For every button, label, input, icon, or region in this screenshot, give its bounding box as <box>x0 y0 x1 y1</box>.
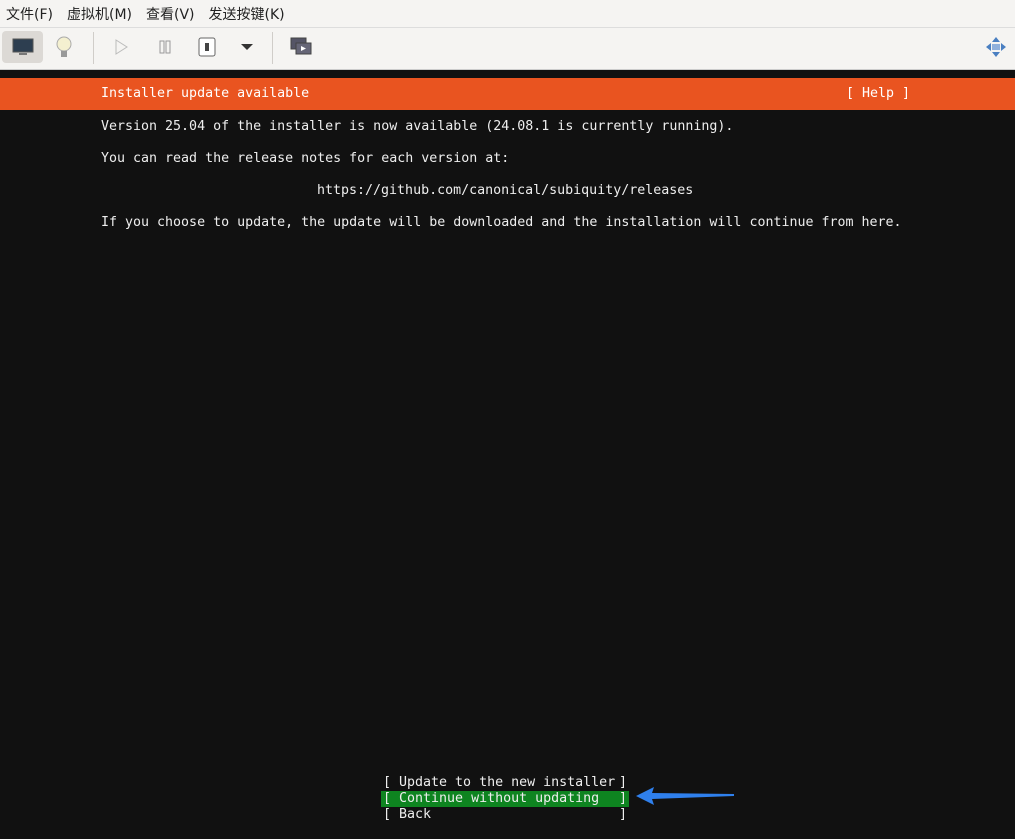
pause-icon[interactable] <box>145 32 185 62</box>
power-icon[interactable] <box>187 32 227 62</box>
back-button[interactable]: [ Back] <box>381 807 629 823</box>
play-icon[interactable] <box>101 32 141 62</box>
screens-icon[interactable] <box>281 32 321 62</box>
update-installer-button[interactable]: [ Update to the new installer] <box>381 775 629 791</box>
release-url: https://github.com/canonical/subiquity/r… <box>317 183 694 198</box>
arrow-annotation-icon <box>636 787 734 805</box>
button-label: Update to the new installer <box>399 775 616 790</box>
fullscreen-move-icon[interactable] <box>976 32 1015 62</box>
continue-without-updating-button[interactable]: [ Continue without updating] <box>381 791 629 807</box>
help-button[interactable]: [ Help ] <box>846 86 910 102</box>
release-notes-text: You can read the release notes for each … <box>101 151 510 166</box>
dropdown-icon[interactable] <box>227 32 267 62</box>
lightbulb-icon[interactable] <box>44 32 84 62</box>
monitor-icon[interactable] <box>2 31 43 63</box>
vm-console[interactable]: Installer update available [ Help ] Vers… <box>0 70 1015 839</box>
menu-send-keys[interactable]: 发送按键(K) <box>203 4 293 24</box>
header-title: Installer update available <box>101 86 310 101</box>
version-text: Version 25.04 of the installer is now av… <box>101 119 734 134</box>
menu-view[interactable]: 查看(V) <box>140 4 203 24</box>
toolbar-separator <box>272 32 273 64</box>
button-label: Continue without updating <box>399 791 600 806</box>
toolbar <box>0 28 1015 70</box>
menu-file[interactable]: 文件(F) <box>0 4 61 24</box>
button-label: Back <box>399 807 432 822</box>
menu-bar: 文件(F) 虚拟机(M) 查看(V) 发送按键(K) <box>0 0 1015 28</box>
toolbar-separator <box>93 32 94 64</box>
update-info-text: If you choose to update, the update will… <box>101 215 902 230</box>
installer-header: Installer update available [ Help ] <box>0 78 1015 110</box>
menu-vm[interactable]: 虚拟机(M) <box>61 4 140 24</box>
